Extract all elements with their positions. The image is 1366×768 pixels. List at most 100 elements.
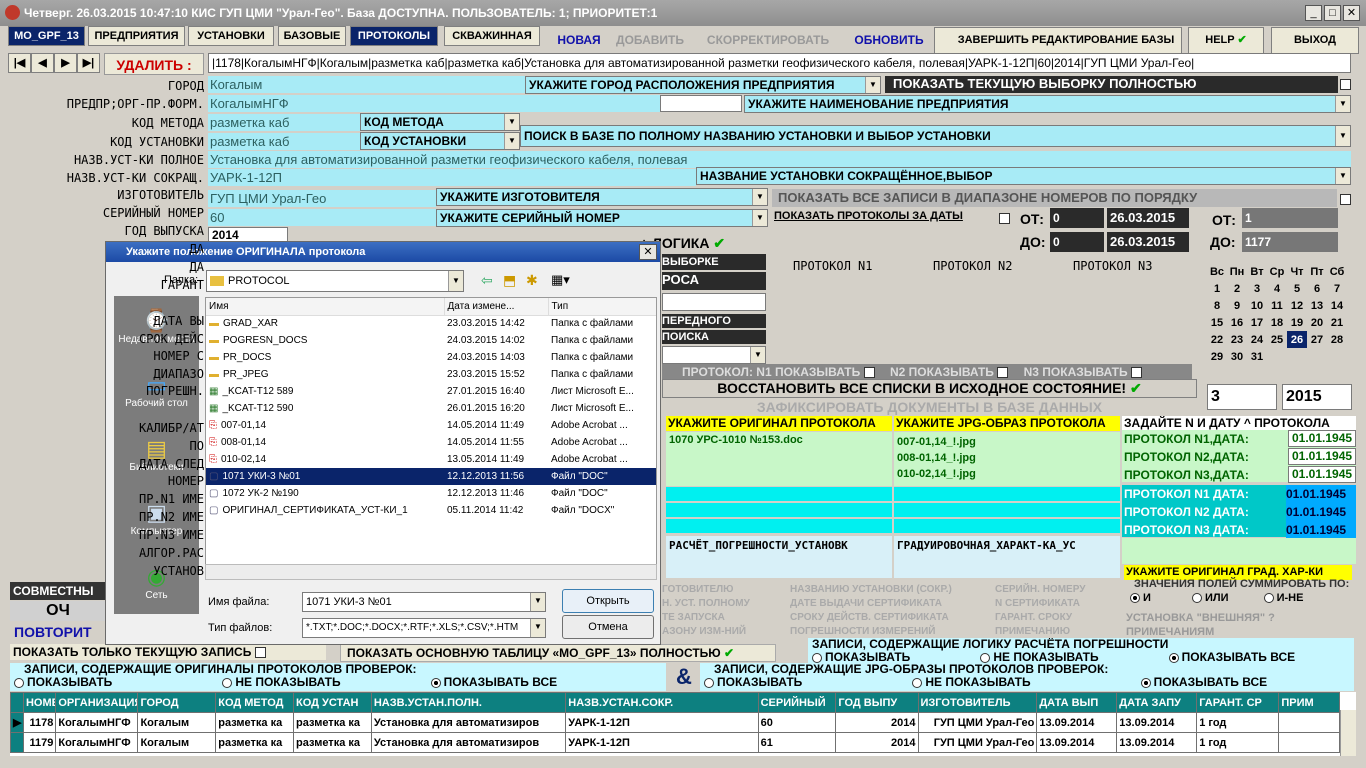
- table-cell[interactable]: 13.09.2014: [1036, 712, 1118, 733]
- column-header[interactable]: ОРГАНИЗАЦИЯ: [55, 692, 139, 713]
- delete-button[interactable]: УДАЛИТЬ :: [104, 53, 204, 75]
- show-selection-full[interactable]: ПОКАЗАТЬ ТЕКУЩУЮ ВЫБОРКУ ПОЛНОСТЬЮ: [885, 76, 1338, 93]
- current-record-line[interactable]: |1178|КогалымНГФ|Когалым|разметка каб|ра…: [208, 53, 1351, 73]
- calendar-day[interactable]: 4: [1267, 280, 1287, 297]
- inst-code-field[interactable]: разметка каб: [208, 133, 360, 150]
- file-row[interactable]: ▢ ОРИГИНАЛ_СЕРТИФИКАТА_УСТ-КИ_1 05.11.2014…: [206, 502, 656, 519]
- and-not-radio[interactable]: [1263, 593, 1274, 604]
- table-cell[interactable]: КогалымНГФ: [55, 732, 139, 753]
- maker-combo[interactable]: УКАЖИТЕ ИЗГОТОВИТЕЛЯ ▼: [436, 188, 768, 206]
- table-cell[interactable]: [1278, 732, 1340, 753]
- table-cell[interactable]: 13.09.2014: [1116, 732, 1198, 753]
- from-number-spinner[interactable]: 0: [1050, 208, 1104, 228]
- teal-row-1b[interactable]: [894, 487, 1120, 501]
- search-installation-combo[interactable]: ПОИСК В БАЗЕ ПО ПОЛНОМУ НАЗВАНИЮ УСТАНОВ…: [520, 125, 1351, 147]
- file-row[interactable]: ▢ 1071 УКИ-3 №01 12.12.2013 11:56 Файл "DOC…: [206, 468, 656, 485]
- tab-4[interactable]: ПРОТОКОЛЫ: [350, 26, 438, 46]
- filename-input[interactable]: 1071 УКИ-3 №01 ▼: [302, 592, 546, 612]
- protocol-n1-date[interactable]: 01.01.1945: [1288, 430, 1356, 447]
- logic-previous[interactable]: ПЕРЕДНОГО: [662, 314, 766, 328]
- protocol-n2-date[interactable]: 01.01.1945: [1288, 448, 1356, 465]
- calendar-day[interactable]: 7: [1327, 280, 1347, 297]
- calendar-day[interactable]: 26: [1287, 331, 1307, 348]
- column-header[interactable]: НОМЕ: [22, 692, 57, 713]
- close-button[interactable]: ✕: [1343, 5, 1360, 21]
- file-column-header[interactable]: Дата измене...: [444, 298, 549, 316]
- tab-1[interactable]: ПРЕДПРИЯТИЯ: [88, 26, 185, 46]
- method-field[interactable]: разметка каб: [208, 114, 360, 131]
- folder-combo[interactable]: PROTOCOL ▼: [206, 270, 464, 292]
- table-cell[interactable]: КогалымНГФ: [55, 712, 139, 733]
- show-dates-checkbox[interactable]: [999, 211, 1010, 225]
- short-name-field[interactable]: УАРК-1-12П: [208, 169, 696, 186]
- column-header[interactable]: НАЗВ.УСТАН.ПОЛН.: [370, 692, 567, 713]
- calendar-day[interactable]: 25: [1267, 331, 1287, 348]
- file-row[interactable]: ▦ _KCAT-T12 590 26.01.2015 16:20 Лист Micro…: [206, 400, 656, 417]
- logic-show-radio[interactable]: [812, 652, 822, 663]
- to2-spinner[interactable]: 1177: [1242, 232, 1338, 252]
- filter-cert-term[interactable]: СРОКУ ДЕЙСТВ. СЕРТИФИКАТА: [790, 611, 990, 625]
- calendar-day[interactable]: 16: [1227, 314, 1247, 331]
- filter-full-name[interactable]: Н. УСТ. ПОЛНОМУ: [662, 597, 786, 611]
- calendar-day[interactable]: 11: [1267, 297, 1287, 314]
- table-cell[interactable]: [1278, 712, 1340, 733]
- calendar-day[interactable]: 15: [1207, 314, 1227, 331]
- filter-short-name[interactable]: НАЗВАНИЮ УСТАНОВКИ (СОКР.): [790, 583, 990, 597]
- inst-code-combo[interactable]: КОД УСТАНОВКИ ▼: [360, 132, 520, 150]
- teal-row-2b[interactable]: [894, 503, 1120, 517]
- table-cell[interactable]: 2014: [835, 732, 919, 753]
- calendar-day[interactable]: 3: [1247, 280, 1267, 297]
- next-record-button[interactable]: ▶: [54, 53, 77, 73]
- original-file-box[interactable]: 1070 УРС-1010 №153.doc: [666, 432, 892, 486]
- cancel-button[interactable]: Отмена: [562, 615, 654, 639]
- org-combo[interactable]: УКАЖИТЕ НАИМЕНОВАНИЕ ПРЕДПРИЯТИЯ ▼: [744, 95, 1351, 113]
- file-row[interactable]: ⎘ 007-01,14 14.05.2014 11:49 Adobe Acrobat …: [206, 417, 656, 434]
- calendar-day[interactable]: 10: [1247, 297, 1267, 314]
- column-header[interactable]: ДАТА ВЫП: [1036, 692, 1118, 713]
- filter-note[interactable]: ПРИМЕЧАНИЮ: [995, 625, 1115, 639]
- calendar-day[interactable]: 9: [1227, 297, 1247, 314]
- view-menu-icon[interactable]: ▦▾: [551, 272, 570, 288]
- org-extra-field[interactable]: [660, 95, 742, 112]
- correct-button[interactable]: СКОРРЕКТИРОВАТЬ: [695, 29, 841, 51]
- file-row[interactable]: ▬ PR_JPEG 23.03.2015 15:52 Папка с файлами: [206, 366, 656, 383]
- or-radio[interactable]: [1191, 593, 1202, 604]
- teal-row-1a[interactable]: [666, 487, 892, 501]
- finish-edit-button[interactable]: ЗАВЕРШИТЬ РЕДАКТИРОВАНИЕ БАЗЫ: [934, 27, 1182, 54]
- serial-combo[interactable]: УКАЖИТЕ СЕРИЙНЫЙ НОМЕР ▼: [436, 209, 768, 227]
- calendar-day[interactable]: 27: [1307, 331, 1327, 348]
- column-header[interactable]: НАЗВ.УСТАН.СОКР.: [565, 692, 759, 713]
- calendar-day[interactable]: 31: [1247, 348, 1267, 365]
- calendar-day[interactable]: 1: [1207, 280, 1227, 297]
- jpg-file-box[interactable]: 007-01,14_!.jpg 008-01,14_!.jpg 010-02,1…: [894, 432, 1120, 486]
- tab-5[interactable]: СКВАЖИННАЯ: [444, 26, 540, 46]
- table-cell[interactable]: разметка ка: [293, 712, 372, 733]
- org-field[interactable]: КогалымНГФ: [208, 95, 660, 112]
- fix-documents-button[interactable]: ЗАФИКСИРОВАТЬ ДОКУМЕНТЫ В БАЗЕ ДАННЫХ: [662, 398, 1197, 416]
- up-folder-icon[interactable]: ⬒: [503, 272, 516, 289]
- open-button[interactable]: Открыть: [562, 589, 654, 613]
- grad-empty[interactable]: [1122, 538, 1356, 564]
- table-cell[interactable]: Когалым: [137, 732, 217, 753]
- file-row[interactable]: ▦ _KCAT-T12 589 27.01.2015 16:40 Лист Micro…: [206, 383, 656, 400]
- year-spinner[interactable]: 2015: [1282, 384, 1352, 410]
- show-p1-checkbox[interactable]: [863, 367, 875, 379]
- table-cell[interactable]: 13.09.2014: [1116, 712, 1198, 733]
- file-list-hscroll[interactable]: [205, 564, 657, 580]
- calendar-day[interactable]: 18: [1267, 314, 1287, 331]
- file-row[interactable]: ▬ POGRESN_DOCS 24.03.2015 14:02 Папка с фай…: [206, 332, 656, 349]
- full-name-field[interactable]: Установка для автоматизированной разметк…: [208, 151, 1351, 168]
- calendar-day[interactable]: 8: [1207, 297, 1227, 314]
- table-cell[interactable]: 13.09.2014: [1036, 732, 1118, 753]
- calendar-day[interactable]: 23: [1227, 331, 1247, 348]
- last-record-button[interactable]: ▶|: [77, 53, 100, 73]
- table-cell[interactable]: 1178: [22, 712, 57, 733]
- table-cell[interactable]: Установка для автоматизиров: [370, 732, 567, 753]
- exit-button[interactable]: ВЫХОД: [1271, 27, 1359, 54]
- month-spinner[interactable]: 3: [1207, 384, 1277, 410]
- column-header[interactable]: ГАРАНТ. СР: [1196, 692, 1280, 713]
- table-cell[interactable]: УАРК-1-12П: [565, 732, 759, 753]
- grad-char-doc[interactable]: ГРАДУИРОВОЧНАЯ_ХАРАКТ-КА_УС: [894, 536, 1120, 578]
- from2-spinner[interactable]: 1: [1242, 208, 1338, 228]
- calendar-day[interactable]: 14: [1327, 297, 1347, 314]
